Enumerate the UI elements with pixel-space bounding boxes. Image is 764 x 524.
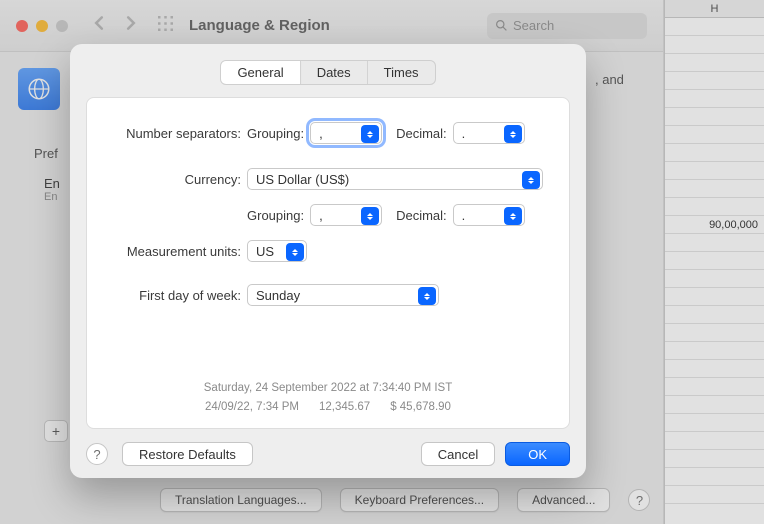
label-cur-grouping: Grouping: bbox=[247, 208, 304, 223]
restore-defaults-button[interactable]: Restore Defaults bbox=[122, 442, 253, 466]
advanced-modal: General Dates Times Number separators: G… bbox=[70, 44, 586, 478]
tab-dates[interactable]: Dates bbox=[301, 61, 367, 84]
cancel-button[interactable]: Cancel bbox=[421, 442, 495, 466]
label-cur-decimal: Decimal: bbox=[396, 208, 447, 223]
chevron-updown-icon bbox=[504, 207, 522, 225]
chevron-updown-icon bbox=[286, 243, 304, 261]
currency-decimal-value: . bbox=[462, 208, 466, 223]
help-button[interactable]: ? bbox=[86, 443, 108, 465]
currency-select[interactable]: US Dollar (US$) bbox=[247, 168, 543, 190]
ok-button[interactable]: OK bbox=[505, 442, 570, 466]
label-first-day: First day of week: bbox=[107, 288, 247, 303]
tab-general[interactable]: General bbox=[221, 61, 299, 84]
preview-currency: $ 45,678.90 bbox=[390, 399, 451, 416]
modal-footer: ? Restore Defaults Cancel OK bbox=[86, 442, 570, 466]
number-grouping-select[interactable]: , bbox=[310, 122, 382, 144]
chevron-updown-icon bbox=[522, 171, 540, 189]
preview-date-short: 24/09/22, 7:34 PM bbox=[205, 399, 299, 416]
measurement-value: US bbox=[256, 244, 274, 259]
currency-grouping-select[interactable]: , bbox=[310, 204, 382, 226]
currency-value: US Dollar (US$) bbox=[256, 172, 349, 187]
preview-number: 12,345.67 bbox=[319, 399, 370, 416]
label-measurement: Measurement units: bbox=[107, 244, 247, 259]
chevron-updown-icon bbox=[361, 207, 379, 225]
label-decimal: Decimal: bbox=[396, 126, 447, 141]
chevron-updown-icon bbox=[504, 125, 522, 143]
currency-grouping-value: , bbox=[319, 208, 323, 223]
currency-decimal-select[interactable]: . bbox=[453, 204, 525, 226]
first-day-value: Sunday bbox=[256, 288, 300, 303]
modal-content: Number separators: Grouping: , Decimal: … bbox=[86, 97, 570, 429]
label-number-separators: Number separators: bbox=[107, 126, 247, 141]
preview-date-long: Saturday, 24 September 2022 at 7:34:40 P… bbox=[87, 380, 569, 397]
number-decimal-select[interactable]: . bbox=[453, 122, 525, 144]
chevron-updown-icon bbox=[418, 287, 436, 305]
measurement-select[interactable]: US bbox=[247, 240, 307, 262]
first-day-select[interactable]: Sunday bbox=[247, 284, 439, 306]
chevron-updown-icon bbox=[361, 125, 379, 143]
number-decimal-value: . bbox=[462, 126, 466, 141]
segmented-control: General Dates Times bbox=[220, 60, 435, 85]
format-preview: Saturday, 24 September 2022 at 7:34:40 P… bbox=[87, 380, 569, 417]
label-grouping: Grouping: bbox=[247, 126, 304, 141]
number-grouping-value: , bbox=[319, 126, 323, 141]
label-currency: Currency: bbox=[107, 172, 247, 187]
tab-times[interactable]: Times bbox=[368, 61, 435, 84]
